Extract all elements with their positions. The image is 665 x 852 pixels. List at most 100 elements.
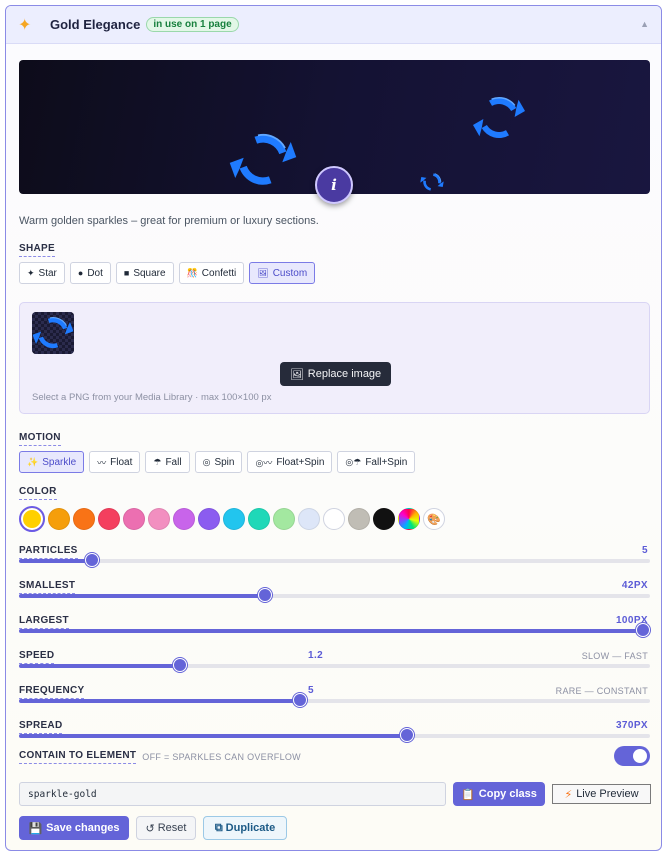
frequency-label: FREQUENCY [19, 685, 85, 699]
color-swatch[interactable] [273, 508, 295, 530]
color-swatch[interactable] [198, 508, 220, 530]
shape-option-confetti[interactable]: 🎊 Confetti [178, 262, 245, 284]
particle-small [418, 171, 446, 193]
smallest-slider-handle[interactable] [258, 588, 272, 602]
shape-option-icon: ● [77, 268, 84, 278]
color-swatch[interactable] [148, 508, 170, 530]
speed-label: SPEED [19, 650, 55, 664]
shape-option-label: Star [38, 267, 57, 279]
motion-option-float-spin[interactable]: ◎〰 Float+Spin [247, 451, 333, 473]
color-swatch[interactable] [48, 508, 70, 530]
shape-options: ✦ Star ● Dot ■ Square 🎊 Confetti 🖼 Custom [19, 262, 316, 284]
class-name-input[interactable] [19, 782, 446, 806]
shape-option-custom[interactable]: 🖼 Custom [249, 262, 316, 284]
reset-icon: ↺ [145, 822, 155, 835]
shape-option-icon: ■ [123, 268, 130, 278]
shape-option-star[interactable]: ✦ Star [19, 262, 65, 284]
frequency-slider[interactable] [19, 693, 650, 707]
shape-option-label: Confetti [201, 267, 237, 279]
copy-class-button[interactable]: 📋 Copy class [453, 782, 545, 806]
motion-option-sparkle[interactable]: ✨ Sparkle [19, 451, 85, 473]
speed-hint: SLOW — FAST [581, 651, 648, 661]
color-swatch[interactable] [373, 508, 395, 530]
info-button[interactable]: i [315, 166, 353, 204]
particles-label: PARTICLES [19, 545, 78, 559]
shape-label: SHAPE [19, 243, 55, 257]
frequency-slider-fill [19, 699, 300, 703]
custom-color-palette-icon[interactable]: 🎨 [423, 508, 445, 530]
color-swatch[interactable] [223, 508, 245, 530]
reset-label: Reset [157, 822, 187, 834]
motion-option-icon: ✨ [27, 456, 39, 467]
shape-option-icon: ✦ [27, 267, 35, 278]
motion-option-icon: ☂ [153, 456, 162, 467]
save-changes-button[interactable]: 💾 Save changes [19, 816, 129, 840]
preset-title: Gold Elegance [50, 17, 141, 32]
color-swatch-rainbow[interactable] [398, 508, 420, 530]
color-swatch[interactable] [248, 508, 270, 530]
save-changes-label: Save changes [46, 822, 120, 834]
motion-option-fall-spin[interactable]: ◎☂ Fall+Spin [337, 451, 416, 473]
color-swatch[interactable] [298, 508, 320, 530]
motion-option-label: Float [110, 456, 133, 468]
preset-description: Warm golden sparkles – great for premium… [19, 215, 319, 227]
image-icon: 🖼 [289, 368, 304, 381]
live-preview-label: Live Preview [576, 788, 639, 800]
contain-setting: CONTAIN TO ELEMENT OFF = SPARKLES CAN OV… [19, 750, 301, 764]
motion-option-spin[interactable]: ◎ Spin [194, 451, 243, 473]
frequency-slider-handle[interactable] [293, 693, 307, 707]
color-swatch[interactable] [19, 506, 45, 532]
shape-option-dot[interactable]: ● Dot [69, 262, 111, 284]
reset-button[interactable]: ↺ Reset [136, 816, 196, 840]
replace-image-button[interactable]: 🖼 Replace image [280, 362, 391, 386]
color-swatch[interactable] [123, 508, 145, 530]
duplicate-button[interactable]: ⧉ Duplicate [203, 816, 287, 840]
motion-option-float[interactable]: 〰 Float [89, 451, 141, 473]
particles-value: 5 [642, 545, 648, 556]
custom-image-thumbnail[interactable] [32, 312, 74, 354]
speed-slider[interactable] [19, 658, 650, 672]
color-swatch[interactable] [323, 508, 345, 530]
color-swatch[interactable] [73, 508, 95, 530]
smallest-label: SMALLEST [19, 580, 76, 594]
color-swatch[interactable] [348, 508, 370, 530]
copy-class-label: Copy class [478, 788, 537, 800]
speed-slider-handle[interactable] [173, 658, 187, 672]
smallest-value: 42PX [621, 580, 648, 591]
spread-slider-handle[interactable] [400, 728, 414, 742]
collapse-arrow-icon[interactable]: ▲ [640, 19, 649, 29]
floppy-disk-icon: 💾 [28, 822, 43, 835]
shape-option-icon: 🎊 [186, 267, 198, 278]
particle-large [223, 124, 303, 194]
motion-option-label: Spin [214, 456, 235, 468]
toggle-knob [633, 749, 647, 763]
particles-slider-fill [19, 559, 92, 563]
shape-option-icon: 🖼 [257, 267, 269, 278]
spread-slider[interactable] [19, 728, 650, 742]
motion-option-fall[interactable]: ☂ Fall [145, 451, 190, 473]
particles-slider-handle[interactable] [85, 553, 99, 567]
particle-medium [465, 86, 533, 150]
frequency-hint: RARE — CONSTANT [555, 686, 648, 696]
spread-slider-fill [19, 734, 407, 738]
contain-hint: OFF = SPARKLES CAN OVERFLOW [142, 752, 301, 762]
shape-option-label: Custom [272, 267, 308, 279]
card-header[interactable]: ✦ Gold Elegance in use on 1 page ▲ [6, 6, 661, 44]
lightning-icon: ⚡ [564, 788, 573, 801]
spread-label: SPREAD [19, 720, 63, 734]
color-swatch[interactable] [173, 508, 195, 530]
largest-slider[interactable] [19, 623, 650, 637]
shape-option-square[interactable]: ■ Square [115, 262, 174, 284]
motion-option-label: Float+Spin [276, 456, 325, 468]
contain-toggle[interactable] [614, 746, 650, 766]
smallest-slider[interactable] [19, 588, 650, 602]
live-preview-button[interactable]: ⚡ Live Preview [552, 784, 651, 804]
color-swatch[interactable] [98, 508, 120, 530]
motion-option-icon: 〰 [97, 457, 107, 468]
sparkle-icon: ✦ [18, 16, 32, 34]
speed-value: 1.2 [308, 650, 324, 661]
sparkle-preset-card: ✦ Gold Elegance in use on 1 page ▲ i War… [5, 5, 662, 851]
largest-slider-handle[interactable] [636, 623, 650, 637]
motion-option-icon: ◎ [202, 456, 211, 467]
particles-slider[interactable] [19, 553, 650, 567]
